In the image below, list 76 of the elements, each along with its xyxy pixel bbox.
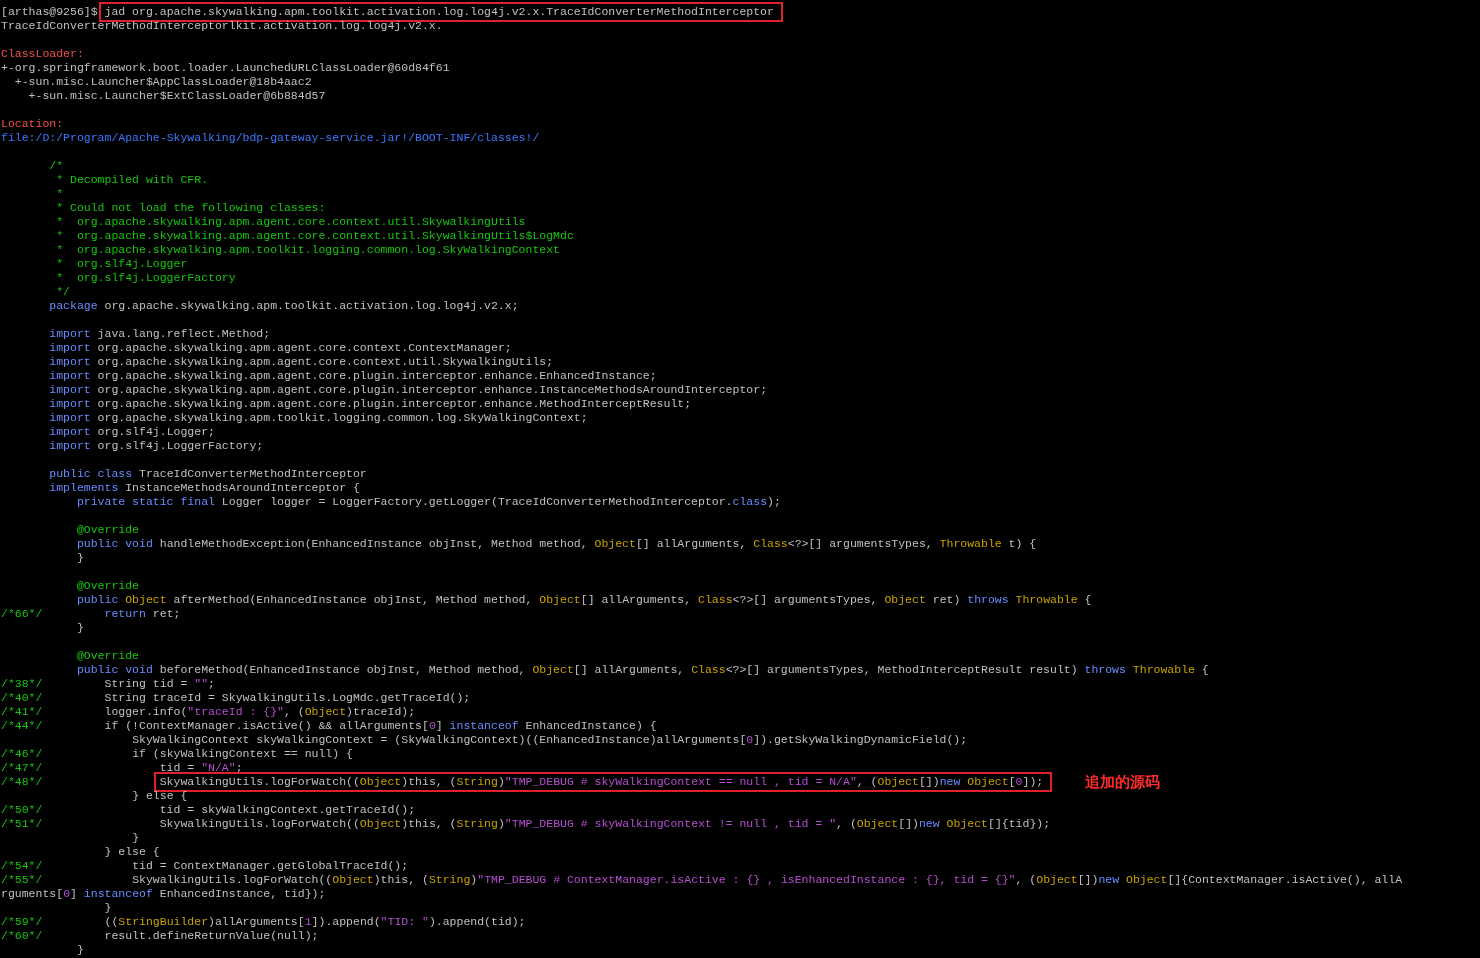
code-comment: */ [56,285,70,299]
line-number: /*40*/ [1,691,44,705]
output-line: +-sun.misc.Launcher$ExtClassLoader@6b884d57 [28,89,326,103]
code-comment: * org.slf4j.LoggerFactory [56,271,236,285]
code-line: return ret; [104,607,181,621]
code-line: public Object afterMethod(EnhancedInstance objInst, Method method, Object[] allArguments, Class<?>[] argumentsTypes, Object ret) throws Throwable { [76,593,1092,607]
code-line: } [132,831,140,845]
output-line: +-sun.misc.Launcher$AppClassLoader@18b4aac2 [14,75,312,89]
line-number: /*60*/ [1,929,44,943]
annotation-text: 追加的源码 [1085,775,1161,789]
code-line: import org.apache.skywalking.apm.agent.core.plugin.interceptor.enhance.MethodInterceptResult; [49,397,692,411]
line-number: /*54*/ [1,859,44,873]
command-text: jad org.apache.skywalking.apm.toolkit.activation.log.log4j.v2.x.TraceIdConverterMethodInterceptor [101,5,780,19]
code-line: public class TraceIdConverterMethodInterceptor [49,467,367,481]
line-number: /*50*/ [1,803,44,817]
code-line: tid = skyWalkingContext.getTraceId(); [159,803,416,817]
shell-prompt: [arthas@9256]$ [1,5,98,19]
code-line: SkywalkingUtils.logForWatch((Object)this, (String)"TMP_DEBUG # skyWalkingContext == null , tid = N/A", (Object[])new Object[0]); [156,775,1050,789]
code-line: import org.apache.skywalking.apm.agent.core.plugin.interceptor.enhance.InstanceMethodsAroundInterceptor; [49,383,768,397]
line-number: /*47*/ [1,761,44,775]
code-line: logger.info("traceId : {}", (Object)traceId); [104,705,416,719]
section-label: Location: [1,117,64,131]
code-line: SkywalkingUtils.logForWatch((Object)this, (String)"TMP_DEBUG # ContextManager.isActive : {} , isEnhancedInstance : {}, tid = {}", (Object[])new Object[]{ContextManager.isActive(), allA [132,873,1403,887]
line-number: /*38*/ [1,677,44,691]
line-number: /*51*/ [1,817,44,831]
code-line: public void handleMethodException(EnhancedInstance objInst, Method method, Object[] allArguments, Class<?>[] argumentsTypes, Throwable t) { [76,537,1037,551]
code-comment: * org.apache.skywalking.apm.agent.core.context.util.SkywalkingUtils$LogMdc [56,229,574,243]
section-label: ClassLoader: [1,47,84,61]
line-number: /*46*/ [1,747,44,761]
code-comment: @Override [76,649,140,663]
code-line: public void beforeMethod(EnhancedInstance objInst, Method method, Object[] allArguments, Class<?>[] argumentsTypes, MethodInterceptResult result) throws Throwable { [76,663,1209,677]
code-line: package org.apache.skywalking.apm.toolkit.activation.log.log4j.v2.x; [49,299,519,313]
code-comment: * [56,187,64,201]
code-line: SkywalkingUtils.logForWatch((Object)this, (String)"TMP_DEBUG # skyWalkingContext != null , tid = ", (Object[])new Object[]{tid}); [159,817,1051,831]
code-line: import org.apache.skywalking.apm.toolkit.logging.common.log.SkyWalkingContext; [49,411,588,425]
code-line: } [76,943,84,957]
code-line: import org.apache.skywalking.apm.agent.core.plugin.interceptor.enhance.EnhancedInstance; [49,369,657,383]
output-line: rguments[0] instanceof EnhancedInstance, tid}); [1,887,326,901]
code-comment: * Could not load the following classes: [56,201,326,215]
line-number: /*55*/ [1,873,44,887]
line-number: /*41*/ [1,705,44,719]
code-line: } [104,901,112,915]
code-line: SkyWalkingContext skyWalkingContext = (SkyWalkingContext)((EnhancedInstance)allArguments[0]).getSkyWalkingDynamicField(); [132,733,968,747]
line-number: /*66*/ [1,607,44,621]
code-comment: * org.apache.skywalking.apm.agent.core.context.util.SkywalkingUtils [56,215,526,229]
code-line: } else { [104,845,160,859]
code-line: private static final Logger logger = LoggerFactory.getLogger(TraceIdConverterMethodInterceptor.class); [76,495,781,509]
code-line: import org.apache.skywalking.apm.agent.core.context.util.SkywalkingUtils; [49,355,554,369]
code-line: import org.slf4j.LoggerFactory; [49,439,264,453]
code-line: implements InstanceMethodsAroundInterceptor { [49,481,360,495]
code-line: if (!ContextManager.isActive() && allArguments[0] instanceof EnhancedInstance) { [104,719,657,733]
output-line: +-org.springframework.boot.loader.LaunchedURLClassLoader@60d84f61 [1,61,450,75]
code-line: import java.lang.reflect.Method; [49,327,271,341]
code-line: ((StringBuilder)allArguments[1]).append("TID: ").append(tid); [104,915,526,929]
code-comment: @Override [76,579,140,593]
code-line: result.defineReturnValue(null); [104,929,319,943]
line-number: /*48*/ [1,775,44,789]
code-comment: * org.slf4j.Logger [56,257,188,271]
file-path: file:/D:/Program/Apache-Skywalking/bdp-gateway-service.jar!/BOOT-INF/classes!/ [1,131,540,145]
code-line: import org.slf4j.Logger; [49,425,215,439]
code-line: if (skyWalkingContext == null) { [132,747,353,761]
code-comment: /* [49,159,64,173]
code-line: } [76,551,84,565]
code-line: } [76,621,84,635]
code-line: import org.apache.skywalking.apm.agent.core.context.ContextManager; [49,341,512,355]
code-line: String traceId = SkywalkingUtils.LogMdc.getTraceId(); [104,691,471,705]
code-comment: * Decompiled with CFR. [56,173,209,187]
code-comment: @Override [76,523,140,537]
code-line: } else { [132,789,188,803]
line-number: /*59*/ [1,915,44,929]
output-line: TraceIdConverterMethodInterceptorlkit.activation.log.log4j.v2.x. [1,19,443,33]
code-line: tid = "N/A"; [159,761,243,775]
code-comment: * org.apache.skywalking.apm.toolkit.logging.common.log.SkyWalkingContext [56,243,560,257]
code-line: tid = ContextManager.getGlobalTraceId(); [132,859,409,873]
line-number: /*44*/ [1,719,44,733]
code-line: String tid = ""; [104,677,215,691]
